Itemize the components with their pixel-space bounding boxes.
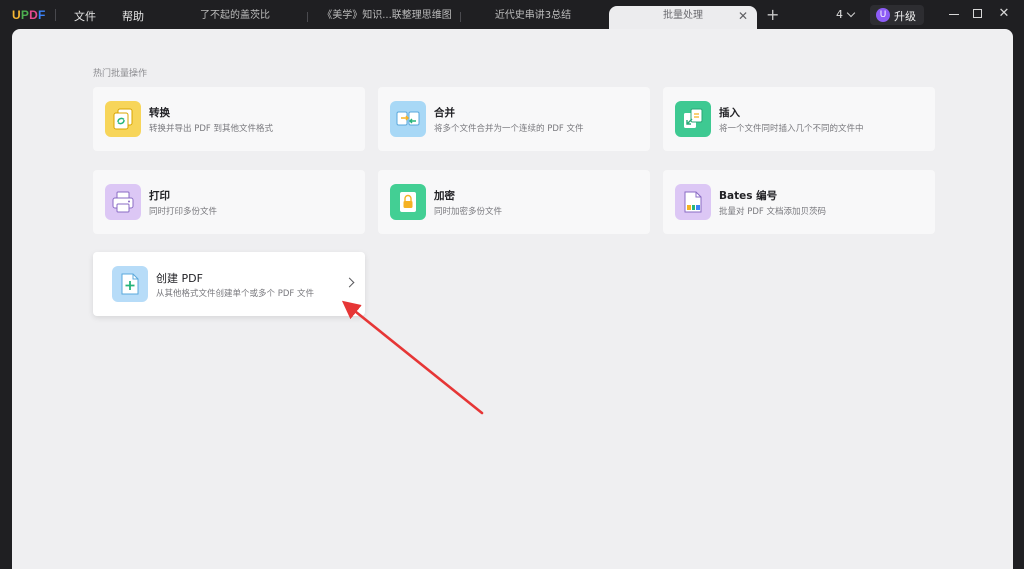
tab-document-1[interactable]: 了不起的盖茨比 [170, 6, 300, 30]
insert-icon [675, 101, 711, 137]
convert-icon [105, 101, 141, 137]
chevron-down-icon [846, 8, 856, 18]
card-description: 将多个文件合并为一个连续的 PDF 文件 [434, 124, 584, 134]
lock-icon [390, 184, 426, 220]
card-convert[interactable]: 转换 转换并导出 PDF 到其他文件格式 [93, 87, 365, 151]
tab-document-3[interactable]: 近代史串讲3总结 [468, 6, 598, 30]
chevron-right-icon[interactable] [344, 277, 355, 288]
counter-value: 4 [836, 8, 843, 21]
card-title: 加密 [434, 190, 455, 202]
card-description: 从其他格式文件创建单个或多个 PDF 文件 [156, 289, 314, 299]
section-title: 热门批量操作 [93, 69, 148, 79]
card-description: 同时加密多份文件 [434, 207, 503, 217]
close-window-button[interactable]: ✕ [994, 5, 1014, 23]
tab-divider [307, 12, 308, 22]
title-bar: UPDF 文件 帮助 了不起的盖茨比 《美学》知识...联整理思维图 近代史串讲… [0, 0, 1024, 30]
minimize-button[interactable] [945, 5, 965, 23]
card-title: 转换 [149, 107, 170, 119]
tab-batch-process[interactable]: 批量处理 ✕ [609, 6, 757, 30]
card-title: 创建 PDF [156, 272, 203, 285]
new-tab-button[interactable]: + [766, 5, 779, 24]
tab-label: 《美学》知识...联整理思维图 [322, 10, 452, 21]
menu-help[interactable]: 帮助 [122, 8, 144, 24]
menu-file[interactable]: 文件 [74, 8, 96, 24]
tab-label: 了不起的盖茨比 [200, 10, 270, 21]
tab-label: 批量处理 [663, 10, 703, 21]
avatar: U [876, 8, 890, 22]
card-description: 将一个文件同时插入几个不同的文件中 [719, 124, 864, 134]
card-print[interactable]: 打印 同时打印多份文件 [93, 170, 365, 234]
card-create-pdf[interactable]: 创建 PDF 从其他格式文件创建单个或多个 PDF 文件 [93, 252, 365, 316]
maximize-button[interactable] [968, 5, 988, 23]
card-title: Bates 编号 [719, 190, 778, 202]
card-bates[interactable]: Bates 编号 批量对 PDF 文档添加贝茨码 [663, 170, 935, 234]
card-encrypt[interactable]: 加密 同时加密多份文件 [378, 170, 650, 234]
card-description: 同时打印多份文件 [149, 207, 218, 217]
card-title: 插入 [719, 107, 740, 119]
card-merge[interactable]: 合并 将多个文件合并为一个连续的 PDF 文件 [378, 87, 650, 151]
tab-label: 近代史串讲3总结 [494, 10, 572, 21]
upgrade-label: 升级 [894, 10, 916, 23]
tab-document-2[interactable]: 《美学》知识...联整理思维图 [312, 6, 462, 30]
card-insert[interactable]: 插入 将一个文件同时插入几个不同的文件中 [663, 87, 935, 151]
create-pdf-icon [112, 266, 148, 302]
card-description: 批量对 PDF 文档添加贝茨码 [719, 207, 826, 217]
print-icon [105, 184, 141, 220]
card-title: 打印 [149, 190, 170, 202]
divider [55, 9, 56, 21]
window-counter[interactable]: 4 [836, 8, 856, 21]
upgrade-button[interactable]: U 升级 [870, 5, 924, 25]
merge-icon [390, 101, 426, 137]
tab-close-icon[interactable]: ✕ [738, 6, 748, 26]
bates-number-icon [675, 184, 711, 220]
card-title: 合并 [434, 107, 455, 119]
app-logo: UPDF [12, 8, 46, 22]
card-description: 转换并导出 PDF 到其他文件格式 [149, 124, 273, 134]
batch-panel: 热门批量操作 转换 转换并导出 PDF 到其他文件格式 合并 将多个文件合并为一… [12, 29, 1013, 569]
tab-divider [460, 12, 461, 22]
